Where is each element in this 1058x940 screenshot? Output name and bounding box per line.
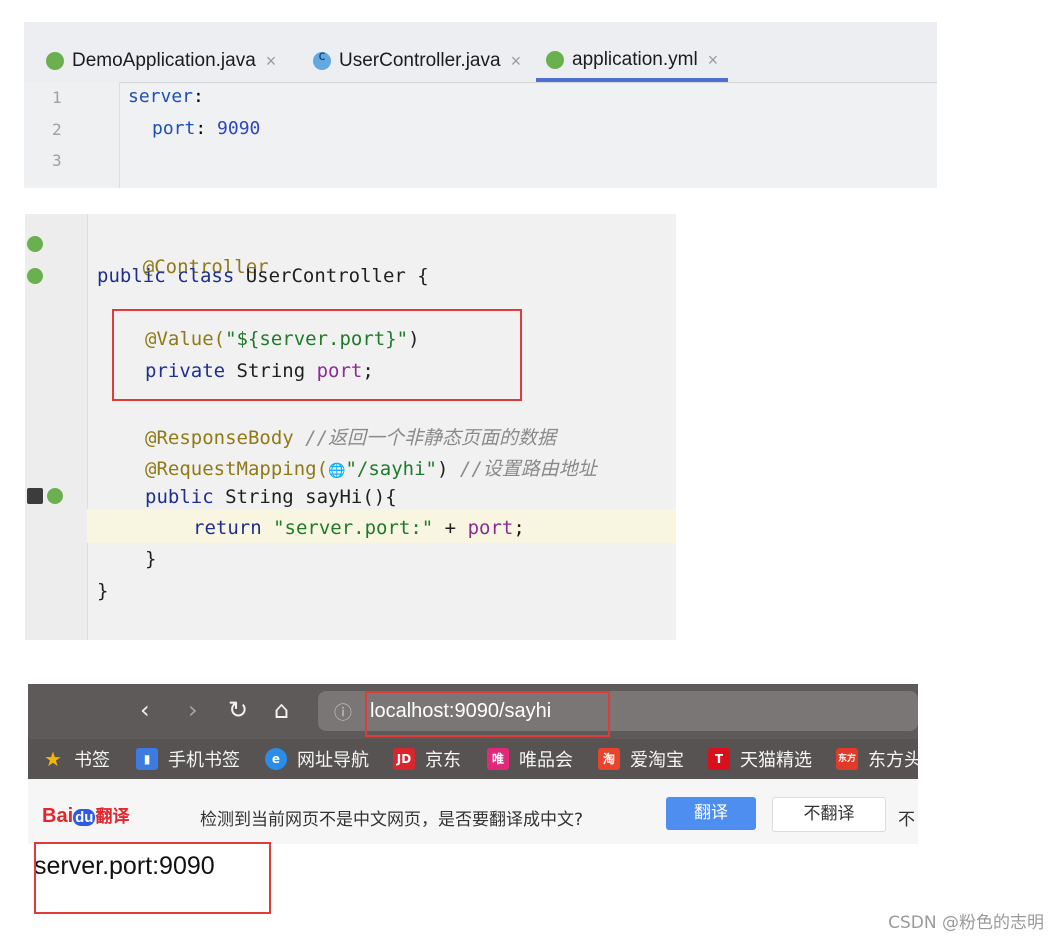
- globe-icon[interactable]: 🌐: [328, 463, 345, 479]
- editor-tab-bar: DemoApplication.java × UserController.ja…: [24, 22, 937, 83]
- bookmark-label: 手机书签: [168, 750, 240, 771]
- bookmark-label: 京东: [425, 750, 461, 771]
- ide-yaml-panel: DemoApplication.java × UserController.ja…: [24, 22, 937, 188]
- back-button[interactable]: ‹: [140, 696, 150, 724]
- annotation-token: @ResponseBody: [145, 427, 294, 449]
- yaml-line-server[interactable]: server:: [128, 86, 204, 107]
- spring-config-icon: [546, 51, 564, 69]
- code-line-responsebody[interactable]: @ResponseBody //返回一个非静态页面的数据: [145, 423, 556, 450]
- vip-icon: 唯: [487, 748, 509, 770]
- line-number: 3: [52, 151, 62, 170]
- close-icon[interactable]: ×: [511, 51, 522, 72]
- jd-icon: JD: [393, 748, 415, 770]
- tab-user-controller[interactable]: UserController.java ×: [313, 42, 521, 80]
- logo-paw: du: [73, 809, 96, 826]
- tab-demo-application[interactable]: DemoApplication.java ×: [46, 42, 276, 80]
- highlight-box-value: [112, 309, 522, 401]
- yaml-colon: :: [195, 118, 207, 139]
- keyword-token: public class: [97, 265, 235, 287]
- ide-java-panel: @Controller public class UserController …: [25, 214, 676, 640]
- logo-text: Bai: [42, 805, 74, 827]
- spring-bean-icon[interactable]: [27, 236, 43, 252]
- yaml-line-port[interactable]: port: 9090: [152, 118, 260, 139]
- method-signature-token: String sayHi(){: [213, 486, 397, 508]
- code-line-requestmapping[interactable]: @RequestMapping(🌐"/sayhi") //设置路由地址: [145, 454, 597, 481]
- info-icon[interactable]: ⓘ: [334, 699, 352, 725]
- string-token: "/sayhi": [345, 458, 437, 480]
- yaml-key: port: [152, 118, 196, 139]
- forward-button[interactable]: ›: [188, 696, 198, 724]
- tab-label: application.yml: [572, 49, 698, 70]
- comment-token: //设置路由地址: [448, 458, 597, 480]
- code-line-class-decl[interactable]: public class UserController {: [97, 265, 429, 287]
- spring-bean-icon[interactable]: [27, 268, 43, 284]
- bookmark-label: 东方头: [868, 750, 918, 771]
- keyword-token: return: [193, 517, 262, 539]
- phone-bookmark-icon: ▮: [136, 748, 158, 770]
- reload-button[interactable]: ↻: [228, 696, 248, 724]
- bookmark-item[interactable]: T 天猫精选: [708, 747, 812, 771]
- string-token: "server.port:": [261, 517, 434, 539]
- highlight-box-url: [365, 691, 610, 737]
- bookmark-item[interactable]: 唯唯品会: [487, 747, 573, 771]
- keyword-token: public: [145, 486, 214, 508]
- comment-token: //返回一个非静态页面的数据: [293, 427, 557, 449]
- annotation-token: @RequestMapping(: [145, 458, 329, 480]
- star-icon: ★: [44, 747, 62, 771]
- bookmark-item[interactable]: JD 京东: [393, 747, 461, 771]
- logo-suffix: 翻译: [95, 807, 130, 826]
- yaml-value: 9090: [217, 118, 261, 139]
- watermark: CSDN @粉色的志明: [888, 913, 1044, 933]
- bookmark-item[interactable]: ★ 书签: [42, 747, 110, 771]
- run-icon[interactable]: [27, 488, 43, 504]
- highlight-box-output: [34, 842, 271, 914]
- brace-token: }: [97, 580, 109, 602]
- bookmark-item[interactable]: 东方 东方头: [836, 747, 918, 771]
- tmall-icon: T: [708, 748, 730, 770]
- taobao-icon: 淘: [598, 748, 620, 770]
- code-line-class-close[interactable]: }: [97, 580, 108, 602]
- tab-label: DemoApplication.java: [72, 50, 256, 71]
- baidu-translate-logo: Bai du 翻译: [42, 802, 129, 828]
- home-button[interactable]: ⌂: [274, 696, 289, 724]
- bookmark-item[interactable]: ▮ 手机书签: [136, 747, 240, 771]
- bookmark-item[interactable]: e 网址导航: [265, 747, 369, 771]
- bookmark-label: 网址导航: [297, 750, 369, 771]
- bookmark-label: 唯品会: [519, 750, 573, 771]
- line-number: 2: [52, 120, 62, 139]
- paren-token: ): [436, 458, 449, 480]
- code-line-method-decl[interactable]: public String sayHi(){: [145, 486, 397, 508]
- tab-label: UserController.java: [339, 50, 501, 71]
- line-number: 1: [52, 88, 62, 107]
- bookmark-label: 天猫精选: [740, 750, 812, 771]
- code-line-return[interactable]: return "server.port:" + port;: [193, 517, 525, 539]
- yaml-key: server: [128, 86, 194, 107]
- translate-message: 检测到当前网页不是中文网页，是否要翻译成中文?: [200, 810, 584, 830]
- field-token: port: [467, 517, 514, 539]
- tab-application-yml[interactable]: application.yml ×: [536, 42, 729, 82]
- no-translate-button[interactable]: 不翻译: [772, 797, 886, 832]
- close-icon[interactable]: ×: [708, 50, 719, 71]
- class-name-token: UserController {: [234, 265, 429, 287]
- bookmark-item[interactable]: 淘爱淘宝: [598, 747, 684, 771]
- semicolon-token: ;: [513, 517, 525, 539]
- bookmark-label: 爱淘宝: [630, 750, 684, 771]
- line-number-gutter: 1 2 3: [24, 82, 120, 188]
- operator-token: +: [433, 517, 468, 539]
- brace-token: }: [145, 548, 157, 570]
- spring-mapping-icon[interactable]: [47, 488, 63, 504]
- browser-window: ‹ › ↻ ⌂ ⓘ localhost:9090/sayhi ★ 书签 ▮ 手机书签…: [28, 684, 918, 844]
- code-line-method-close[interactable]: }: [145, 548, 156, 570]
- spring-app-icon: [46, 52, 64, 70]
- bookmark-label: 书签: [74, 750, 110, 771]
- translate-button[interactable]: 翻译: [666, 797, 756, 830]
- close-icon[interactable]: ×: [266, 51, 277, 72]
- class-icon: [313, 49, 331, 70]
- never-translate-link[interactable]: 不: [898, 805, 915, 830]
- ie-icon: e: [265, 748, 287, 770]
- browser-toolbar: ‹ › ↻ ⌂ ⓘ localhost:9090/sayhi: [28, 684, 918, 739]
- yaml-colon: :: [193, 86, 204, 107]
- dongfang-icon: 东方: [836, 748, 858, 770]
